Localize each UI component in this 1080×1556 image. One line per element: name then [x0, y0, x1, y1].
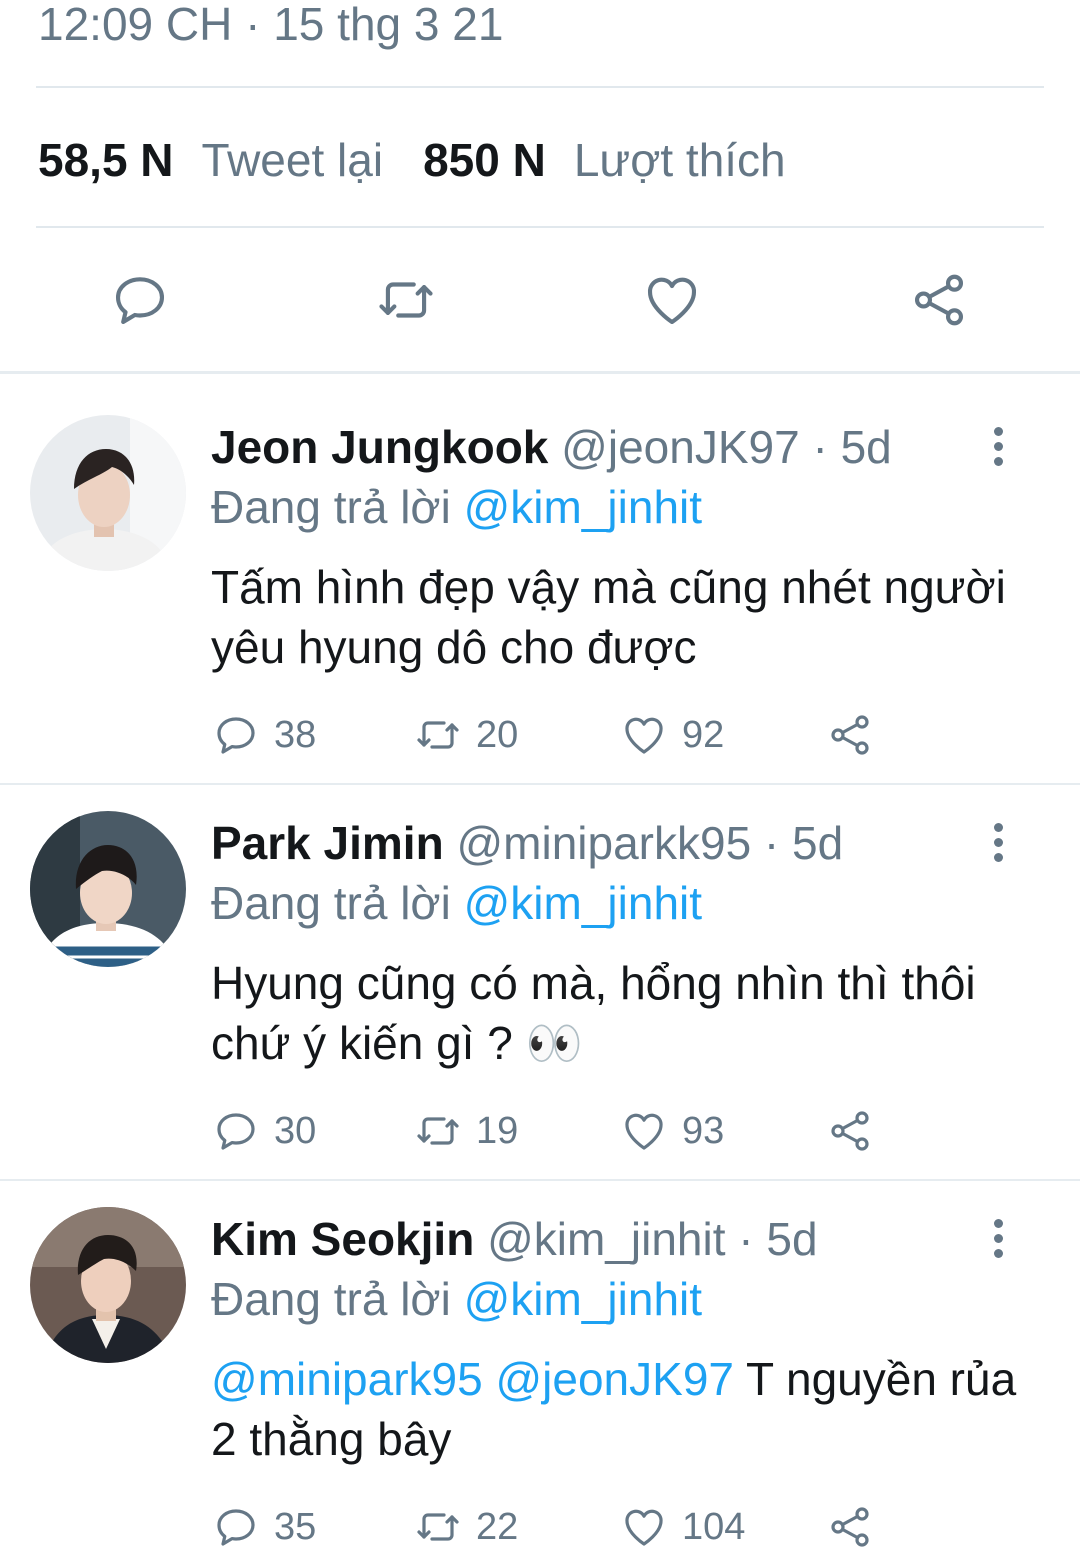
- user-handle[interactable]: @jeonJK97 · 5d: [561, 421, 892, 473]
- tweet-timestamp: 12:09 CH · 15 thg 3 21: [38, 0, 504, 50]
- reply-header: Park Jimin @miniparkk95 · 5d: [211, 815, 843, 871]
- reply-header: Kim Seokjin @kim_jinhit · 5d: [211, 1211, 818, 1267]
- retweet-button[interactable]: [370, 264, 442, 336]
- mention-link[interactable]: @kim_jinhit: [464, 877, 702, 929]
- reply-count: 38: [274, 713, 317, 756]
- reply-count: 35: [274, 1505, 317, 1548]
- retweets-label[interactable]: Tweet lại: [202, 133, 384, 187]
- reply-action-bar: 38 20 92: [0, 707, 1080, 763]
- retweet-count: 22: [476, 1505, 519, 1548]
- replying-to: Đang trả lời @kim_jinhit: [211, 479, 702, 535]
- like-button[interactable]: 92: [620, 707, 724, 763]
- user-handle[interactable]: @kim_jinhit · 5d: [487, 1213, 817, 1265]
- tweet-text-content: Hyung cũng có mà, hổng nhìn thì thôi chứ…: [211, 957, 976, 1069]
- like-button[interactable]: 104: [620, 1499, 745, 1555]
- share-icon: [914, 274, 964, 326]
- replying-to: Đang trả lời @kim_jinhit: [211, 875, 702, 931]
- retweet-button[interactable]: 19: [414, 1103, 518, 1159]
- heart-icon: [625, 1113, 663, 1150]
- more-options-button[interactable]: [980, 1215, 1016, 1267]
- replying-label: Đang trả lời: [211, 1273, 451, 1325]
- heart-icon: [647, 277, 697, 325]
- display-name[interactable]: Park Jimin: [211, 817, 444, 869]
- replying-label: Đang trả lời: [211, 877, 451, 929]
- retweets-count[interactable]: 58,5 N: [38, 133, 174, 187]
- share-button[interactable]: [826, 707, 888, 763]
- likes-count[interactable]: 850 N: [423, 133, 546, 187]
- reply-button[interactable]: 35: [212, 1499, 316, 1555]
- mention-link[interactable]: @kim_jinhit: [464, 1273, 702, 1325]
- likes-label[interactable]: Lượt thích: [574, 133, 786, 187]
- share-button[interactable]: [826, 1103, 888, 1159]
- heart-icon: [625, 717, 663, 754]
- reply-icon: [115, 277, 165, 325]
- reply-icon: [217, 1509, 255, 1546]
- like-count: 104: [682, 1505, 746, 1548]
- tweet-text: Tấm hình đẹp vậy mà cũng nhét người yêu …: [211, 557, 1031, 677]
- reply-count: 30: [274, 1109, 317, 1152]
- display-name[interactable]: Jeon Jungkook: [211, 421, 548, 473]
- mention-link[interactable]: @kim_jinhit: [464, 481, 702, 533]
- retweet-count: 20: [476, 713, 519, 756]
- divider: [36, 226, 1044, 228]
- avatar[interactable]: [30, 415, 186, 571]
- tweet-text: Hyung cũng có mà, hổng nhìn thì thôi chứ…: [211, 953, 1031, 1073]
- retweet-icon: [379, 282, 433, 318]
- user-handle[interactable]: @miniparkk95 · 5d: [456, 817, 843, 869]
- reply-button[interactable]: [104, 264, 176, 336]
- like-button[interactable]: 93: [620, 1103, 724, 1159]
- avatar[interactable]: [30, 1207, 186, 1363]
- reply-icon: [217, 1113, 255, 1150]
- display-name[interactable]: Kim Seokjin: [211, 1213, 474, 1265]
- retweet-icon: [417, 1117, 459, 1145]
- tweet-text: @minipark95 @jeonJK97 T nguyền rủa 2 thằ…: [211, 1349, 1031, 1469]
- more-options-button[interactable]: [980, 819, 1016, 871]
- share-button[interactable]: [826, 1499, 888, 1555]
- more-options-button[interactable]: [980, 423, 1016, 475]
- tweet-divider: [0, 1179, 1080, 1181]
- retweet-button[interactable]: 22: [414, 1499, 518, 1555]
- tweet-stats: 58,5 N Tweet lại 850 N Lượt thích: [38, 132, 826, 188]
- reply-header: Jeon Jungkook @jeonJK97 · 5d: [211, 419, 892, 475]
- replying-to: Đang trả lời @kim_jinhit: [211, 1271, 702, 1327]
- retweet-icon: [417, 721, 459, 749]
- tweet-divider: [0, 783, 1080, 785]
- heart-icon: [625, 1509, 663, 1546]
- avatar[interactable]: [30, 811, 186, 967]
- mention-link[interactable]: @minipark95 @jeonJK97: [211, 1353, 746, 1405]
- reply-button[interactable]: 30: [212, 1103, 316, 1159]
- share-icon: [831, 715, 869, 755]
- like-count: 93: [682, 1109, 725, 1152]
- share-icon: [831, 1507, 869, 1547]
- reply-button[interactable]: 38: [212, 707, 316, 763]
- retweet-count: 19: [476, 1109, 519, 1152]
- divider: [36, 86, 1044, 88]
- like-count: 92: [682, 713, 725, 756]
- retweet-icon: [417, 1513, 459, 1541]
- reply-action-bar: 35 22 104: [0, 1499, 1080, 1555]
- reply-action-bar: 30 19 93: [0, 1103, 1080, 1159]
- retweet-button[interactable]: 20: [414, 707, 518, 763]
- reply-icon: [217, 717, 255, 754]
- replying-label: Đang trả lời: [211, 481, 451, 533]
- share-button[interactable]: [903, 264, 975, 336]
- like-button[interactable]: [636, 264, 708, 336]
- tweet-text-content: Tấm hình đẹp vậy mà cũng nhét người yêu …: [211, 561, 1006, 673]
- section-divider: [0, 371, 1080, 374]
- tweet-action-bar: [0, 264, 1080, 336]
- share-icon: [831, 1111, 869, 1151]
